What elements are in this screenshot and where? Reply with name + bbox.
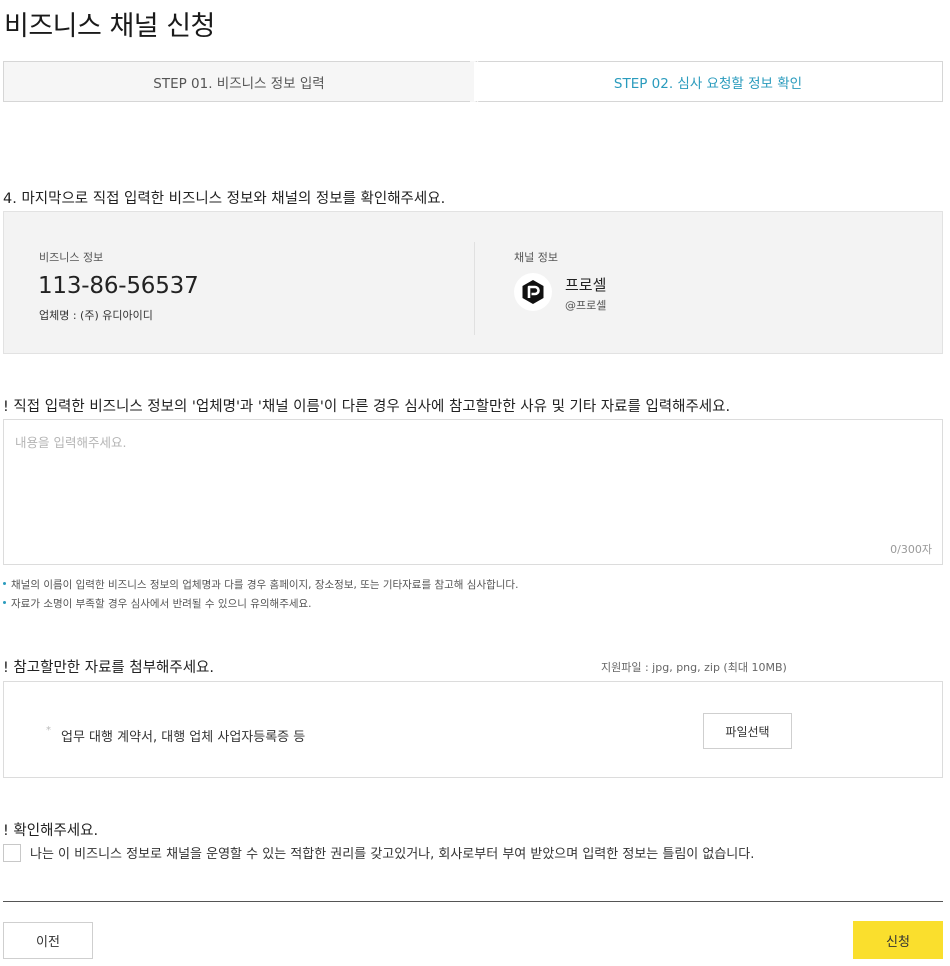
char-counter: 0/300자 bbox=[890, 543, 932, 556]
note-item: 채널의 이름이 입력한 비즈니스 정보의 업체명과 다를 경우 홈페이지, 장소… bbox=[3, 578, 518, 597]
confirm-checkbox[interactable] bbox=[3, 843, 21, 862]
attachment-description: 업무 대행 계약서, 대행 업체 사업자등록증 등 bbox=[61, 730, 306, 745]
reason-textarea[interactable] bbox=[4, 420, 942, 564]
review-heading: 4. 마지막으로 직접 입력한 비즈니스 정보와 채널의 정보를 확인해주세요. bbox=[3, 191, 446, 207]
reason-textarea-box: 0/300자 bbox=[3, 419, 943, 565]
panel-divider bbox=[474, 242, 475, 335]
channel-info-label: 채널 정보 bbox=[514, 251, 558, 264]
step-1: STEP 01. 비즈니스 정보 입력 bbox=[4, 62, 474, 101]
attachment-bullet: * bbox=[46, 725, 51, 736]
step-2-active: STEP 02. 심사 요청할 정보 확인 bbox=[474, 62, 942, 101]
reason-notes: 채널의 이름이 입력한 비즈니스 정보의 업체명과 다를 경우 홈페이지, 장소… bbox=[3, 578, 518, 616]
business-company-name: 업체명 : (주) 유디아이디 bbox=[39, 309, 153, 322]
channel-name: 프로셀 bbox=[565, 276, 607, 294]
select-file-button[interactable]: 파일선택 bbox=[703, 713, 792, 749]
business-info-label: 비즈니스 정보 bbox=[39, 251, 104, 264]
note-item: 자료가 소명이 부족할 경우 심사에서 반려될 수 있으니 유의해주세요. bbox=[3, 597, 518, 616]
page-title: 비즈니스 채널 신청 bbox=[4, 11, 215, 42]
footer-divider bbox=[3, 901, 943, 902]
channel-logo-icon bbox=[514, 273, 552, 311]
channel-id: @프로셀 bbox=[565, 299, 607, 312]
submit-button[interactable]: 신청 bbox=[853, 921, 943, 959]
step-indicator: STEP 01. 비즈니스 정보 입력 STEP 02. 심사 요청할 정보 확… bbox=[3, 61, 943, 102]
prev-button[interactable]: 이전 bbox=[3, 922, 93, 959]
supported-file-types: 지원파일 : jpg, png, zip (최대 10MB) bbox=[601, 661, 787, 674]
reason-heading: ! 직접 입력한 비즈니스 정보의 '업체명'과 '채널 이름'이 다른 경우 … bbox=[3, 399, 731, 415]
confirm-checkbox-label[interactable]: 나는 이 비즈니스 정보로 채널을 운영할 수 있는 적합한 권리를 갖고있거나… bbox=[30, 843, 754, 862]
confirm-row: 나는 이 비즈니스 정보로 채널을 운영할 수 있는 적합한 권리를 갖고있거나… bbox=[3, 843, 754, 862]
confirm-heading: ! 확인해주세요. bbox=[3, 823, 99, 839]
attachment-heading: ! 참고할만한 자료를 첨부해주세요. bbox=[3, 660, 215, 676]
business-number: 113-86-56537 bbox=[38, 273, 199, 299]
attachment-box: * 업무 대행 계약서, 대행 업체 사업자등록증 등 파일선택 bbox=[3, 681, 943, 778]
info-summary-panel: 비즈니스 정보 113-86-56537 업체명 : (주) 유디아이디 채널 … bbox=[3, 211, 943, 354]
